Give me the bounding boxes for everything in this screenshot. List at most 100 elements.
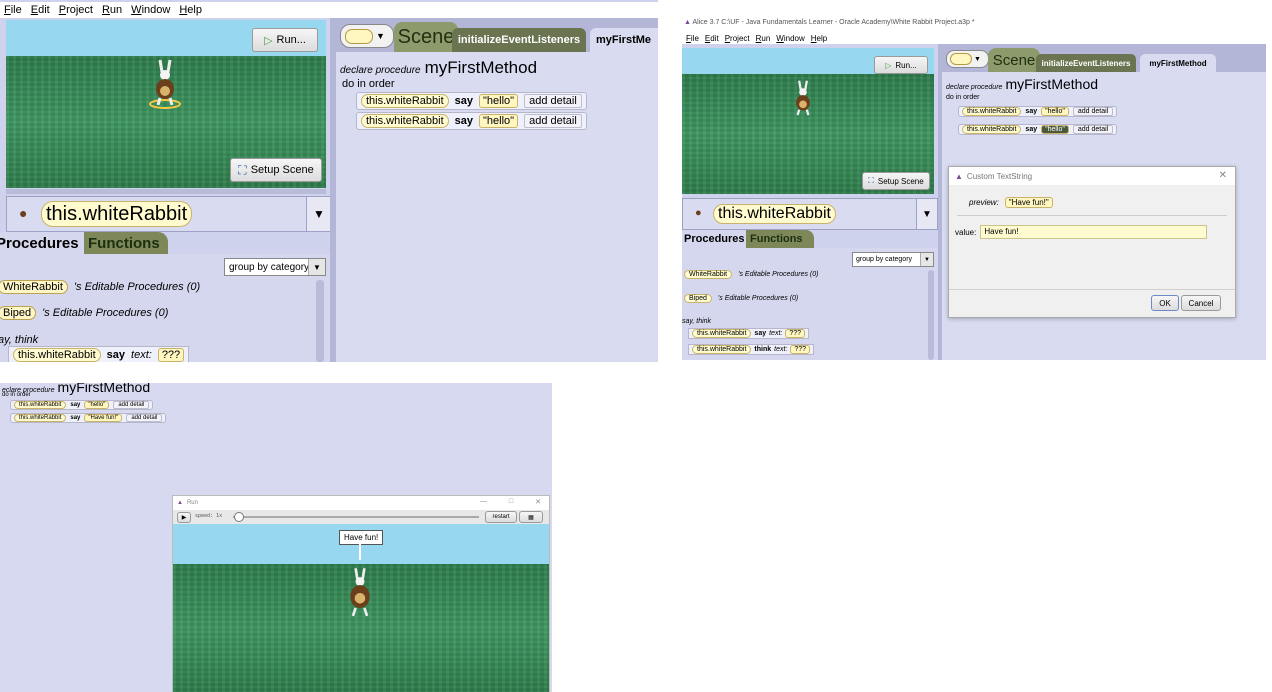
panel-a: File Edit Project Run Window Help ▷ Run.… bbox=[0, 0, 658, 362]
tab-my-first-method[interactable]: myFirstMe bbox=[590, 28, 658, 52]
scene-view[interactable]: ▷ Run... ⛶ Setup Scene bbox=[6, 20, 326, 188]
value-label: value: bbox=[955, 227, 977, 237]
vertical-scrollbar[interactable] bbox=[316, 280, 324, 362]
statement-1[interactable]: this.whiteRabbit say "hello" add detail bbox=[958, 106, 1118, 117]
menu-window[interactable]: Window bbox=[776, 34, 804, 43]
procedures-tab[interactable]: Procedures bbox=[0, 232, 92, 254]
statement-1[interactable]: this.whiteRabbit say "hello" add detail bbox=[356, 92, 587, 110]
class-label[interactable]: WhiteRabbit bbox=[684, 270, 733, 279]
do-in-order-label[interactable]: do in order bbox=[342, 78, 395, 90]
menu-file[interactable]: File bbox=[4, 4, 22, 16]
object-selector[interactable]: ● this.whiteRabbit ▼ bbox=[682, 198, 938, 230]
functions-tab-label: Functions bbox=[88, 234, 160, 252]
setup-scene-button[interactable]: ⛶ Setup Scene bbox=[230, 158, 322, 182]
do-in-order-label[interactable]: do in order bbox=[946, 94, 979, 101]
run-scene-view: Have fun! bbox=[173, 524, 549, 692]
procedures-tab[interactable]: Procedures bbox=[682, 230, 748, 248]
stmt-object[interactable]: this.whiteRabbit bbox=[962, 107, 1022, 116]
vertical-scrollbar[interactable] bbox=[928, 270, 934, 360]
close-icon[interactable]: ✕ bbox=[535, 498, 541, 506]
tab-scene[interactable]: Scene bbox=[988, 48, 1040, 72]
play-pause-button[interactable]: ▶ bbox=[177, 512, 191, 523]
white-rabbit-model[interactable] bbox=[790, 78, 816, 120]
speed-slider[interactable] bbox=[233, 512, 479, 522]
stmt-object[interactable]: this.whiteRabbit bbox=[361, 114, 449, 128]
say-procedure-tile[interactable]: this.whiteRabbit say text: ??? bbox=[8, 346, 190, 362]
object-selector[interactable]: ● this.whiteRabbit ▼ bbox=[6, 196, 332, 232]
setup-scene-button[interactable]: ⛶ Setup Scene bbox=[862, 172, 930, 190]
tile-value: ??? bbox=[785, 329, 806, 338]
menu-edit[interactable]: Edit bbox=[705, 34, 719, 43]
tab-my-first-method[interactable]: myFirstMethod bbox=[1140, 54, 1216, 72]
think-procedure-tile[interactable]: this.whiteRabbit think text: ??? bbox=[688, 344, 815, 355]
functions-tab[interactable]: Functions bbox=[746, 230, 814, 248]
tab-listeners-label: initializeEventListeners bbox=[457, 34, 581, 46]
menu-file[interactable]: File bbox=[686, 34, 699, 43]
add-detail-button[interactable]: add detail bbox=[126, 414, 163, 422]
menu-window[interactable]: Window bbox=[131, 4, 170, 16]
cancel-button[interactable]: Cancel bbox=[1181, 295, 1221, 311]
stmt-object[interactable]: this.whiteRabbit bbox=[361, 94, 449, 108]
menu-edit[interactable]: Edit bbox=[31, 4, 50, 16]
close-icon[interactable]: ✕ bbox=[1219, 170, 1227, 181]
stmt-value[interactable]: "hello" bbox=[1041, 125, 1069, 134]
run-button[interactable]: ▷ Run... bbox=[252, 28, 318, 52]
code-editor[interactable]: declare procedure myFirstMethod do in or… bbox=[336, 52, 658, 362]
tab-scene[interactable]: Scene bbox=[394, 22, 458, 52]
say-procedure-tile[interactable]: this.whiteRabbit say text: ??? bbox=[688, 328, 810, 339]
setup-scene-icon: ⛶ bbox=[868, 176, 874, 185]
category-label: ay, think bbox=[0, 334, 39, 346]
white-rabbit-model[interactable] bbox=[148, 58, 182, 110]
stmt-value[interactable]: "hello" bbox=[479, 94, 519, 108]
tab-initialize-event-listeners[interactable]: initializeEventListeners bbox=[452, 28, 586, 52]
class-label[interactable]: Biped bbox=[0, 306, 37, 320]
maximize-icon[interactable]: □ bbox=[509, 498, 513, 506]
statement-2[interactable]: this.whiteRabbit say "Have fun!" add det… bbox=[10, 413, 167, 423]
tile-param: text: bbox=[769, 330, 783, 337]
camera-button[interactable]: ▦ bbox=[519, 511, 543, 523]
stmt-object[interactable]: this.whiteRabbit bbox=[14, 401, 67, 409]
class-selector[interactable]: ▼ bbox=[946, 50, 989, 68]
object-dropdown-arrow[interactable]: ▼ bbox=[306, 197, 331, 231]
group-by-select[interactable]: group by category ▼ bbox=[224, 258, 326, 276]
add-detail-button[interactable]: add detail bbox=[1072, 125, 1114, 134]
stmt-value[interactable]: "hello" bbox=[1041, 107, 1069, 116]
stmt-value[interactable]: "hello" bbox=[84, 401, 110, 409]
window-controls: — □ ✕ bbox=[480, 498, 541, 506]
class-label[interactable]: WhiteRabbit bbox=[0, 280, 68, 294]
stmt-value[interactable]: "hello" bbox=[479, 114, 519, 128]
stmt-value[interactable]: "Have fun!" bbox=[84, 414, 123, 422]
class-selector[interactable]: ▼ bbox=[340, 24, 394, 48]
splitter-handle[interactable] bbox=[6, 189, 326, 194]
menu-run[interactable]: Run bbox=[102, 4, 122, 16]
minimize-icon[interactable]: — bbox=[480, 498, 487, 506]
stmt-object[interactable]: this.whiteRabbit bbox=[962, 125, 1022, 134]
menu-run[interactable]: Run bbox=[756, 34, 771, 43]
value-input[interactable]: Have fun! bbox=[980, 225, 1208, 239]
statement-2[interactable]: this.whiteRabbit say "hello" add detail bbox=[356, 112, 587, 130]
speed-slider-thumb[interactable] bbox=[233, 512, 244, 522]
menu-help[interactable]: Help bbox=[811, 34, 827, 43]
class-label[interactable]: Biped bbox=[684, 294, 712, 303]
add-detail-button[interactable]: add detail bbox=[113, 401, 150, 409]
tab-initialize-event-listeners[interactable]: initializeEventListeners bbox=[1036, 54, 1136, 72]
stmt-object[interactable]: this.whiteRabbit bbox=[14, 414, 67, 422]
add-detail-button[interactable]: add detail bbox=[524, 114, 582, 128]
group-by-select[interactable]: group by category ▼ bbox=[852, 252, 934, 267]
do-in-order-label[interactable]: do in order bbox=[2, 392, 31, 398]
menu-project[interactable]: Project bbox=[59, 4, 93, 16]
menu-help[interactable]: Help bbox=[179, 4, 202, 16]
ok-button[interactable]: OK bbox=[1151, 295, 1179, 311]
object-dropdown-arrow[interactable]: ▼ bbox=[916, 199, 937, 229]
editor-tabs: ▼ Scene initializeEventListeners myFirst… bbox=[336, 18, 658, 52]
restart-button[interactable]: restart bbox=[485, 511, 517, 523]
add-detail-button[interactable]: add detail bbox=[524, 94, 582, 108]
add-detail-button[interactable]: add detail bbox=[1072, 107, 1114, 116]
method-header: declare procedure myFirstMethod bbox=[946, 76, 1098, 92]
menu-project[interactable]: Project bbox=[725, 34, 750, 43]
statement-1[interactable]: this.whiteRabbit say "hello" add detail bbox=[10, 400, 154, 410]
scene-view[interactable]: ▷ Run... ⛶ Setup Scene bbox=[682, 48, 934, 194]
statement-2[interactable]: this.whiteRabbit say "hello" add detail bbox=[958, 124, 1118, 135]
run-button[interactable]: ▷ Run... bbox=[874, 56, 928, 74]
functions-tab[interactable]: Functions bbox=[84, 232, 168, 254]
